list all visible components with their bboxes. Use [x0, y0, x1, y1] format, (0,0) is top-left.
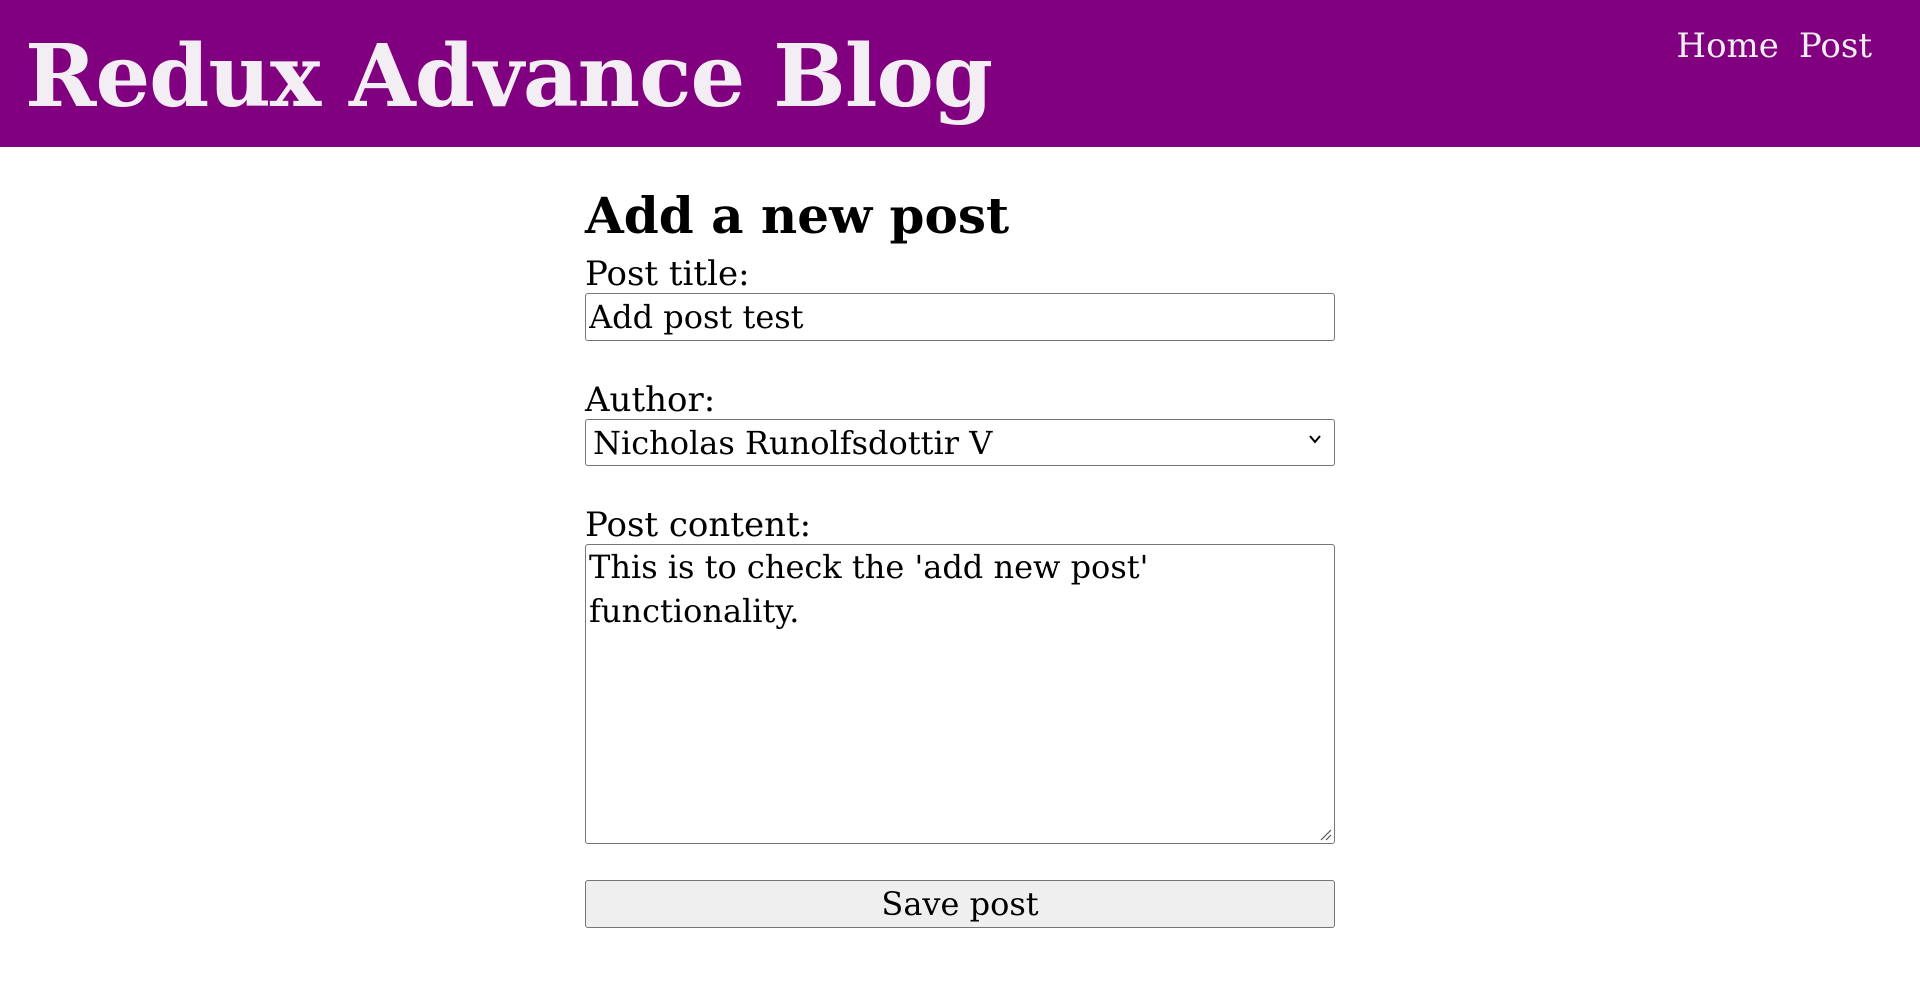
site-title: Redux Advance Blog: [25, 26, 993, 127]
author-select[interactable]: Nicholas Runolfsdottir V: [585, 419, 1335, 466]
nav-link-home[interactable]: Home: [1676, 24, 1778, 68]
main-nav: Home Post: [1676, 24, 1872, 68]
save-post-button[interactable]: Save post: [585, 880, 1335, 928]
resize-grip-icon[interactable]: [1318, 827, 1332, 841]
author-selected-value: Nicholas Runolfsdottir V: [593, 424, 993, 462]
site-header: Redux Advance Blog Home Post: [0, 0, 1920, 147]
post-content-label: Post content:: [585, 505, 812, 545]
page-title: Add a new post: [585, 186, 1010, 245]
author-label: Author:: [585, 380, 716, 420]
add-post-form: Post title: Author: Nicholas Runolfsdott…: [585, 255, 1335, 928]
post-content-wrapper: This is to check the 'add new post' func…: [585, 544, 1335, 844]
add-post-section: Add a new post Post title: Author: Nicho…: [585, 183, 1335, 928]
nav-link-post[interactable]: Post: [1799, 24, 1872, 68]
post-content-textarea[interactable]: This is to check the 'add new post' func…: [585, 544, 1335, 844]
post-title-label: Post title:: [585, 254, 750, 294]
post-title-input[interactable]: [585, 293, 1335, 341]
chevron-down-icon: [1309, 435, 1321, 444]
